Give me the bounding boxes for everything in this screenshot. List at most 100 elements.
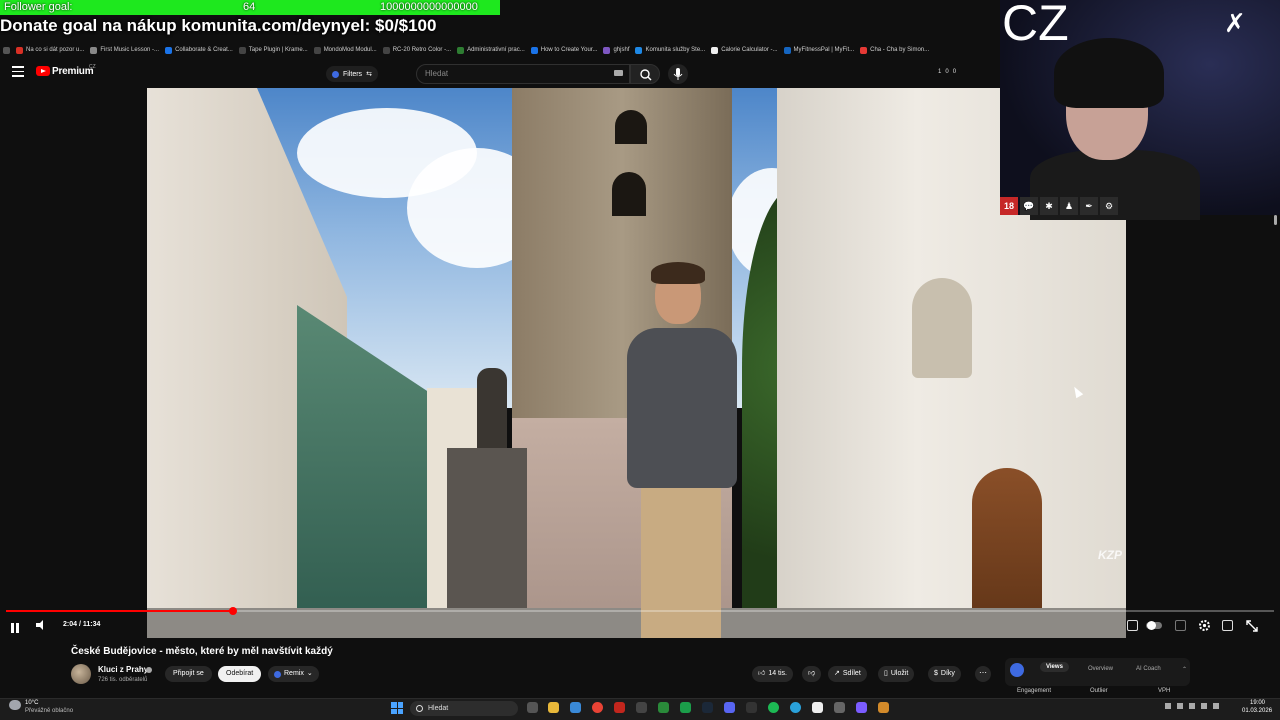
search-input[interactable]: Hledat [416,64,630,84]
bookmark-item[interactable]: MyFitnessPal | MyFit... [781,46,858,54]
extension-counters[interactable]: 1 0 0 [938,69,956,75]
bookmark-item[interactable]: How to Create Your... [528,46,601,54]
app-icon[interactable] [856,702,867,713]
bookmark-item[interactable]: Cha - Cha by Simon... [857,46,932,54]
spotify-icon[interactable] [768,702,779,713]
start-menu-icon[interactable] [391,702,403,714]
save-button[interactable]: ▯ Uložit [878,666,915,682]
share-button[interactable]: ↗ Sdílet [828,666,867,682]
bookmark-item[interactable]: Komunita služby Ste... [632,46,708,54]
progress-scrubber[interactable] [229,607,237,615]
channel-avatar[interactable] [71,664,91,684]
tray-icon[interactable] [1177,703,1183,709]
weather-cloud-icon[interactable] [9,700,21,710]
app-icon[interactable] [636,702,647,713]
file-explorer-icon[interactable] [548,702,559,713]
video-presenter-shirt [627,328,737,488]
task-view-icon[interactable] [527,702,538,713]
thanks-button[interactable]: $ Díky [928,666,961,682]
channel-watermark[interactable]: KZP [1098,548,1122,562]
clock-date[interactable]: 01.03.2026 [1242,708,1272,714]
filters-button[interactable]: Filters ⇆ [326,66,378,82]
bookmark-label: MyFitnessPal | MyFit... [793,47,855,53]
bookmark-item[interactable]: ghjshf [600,46,632,54]
remix-button[interactable]: Remix ⌄ [268,666,319,682]
bookmark-item[interactable]: First Music Lesson -... [87,46,162,54]
subscribe-button[interactable]: Odebírat [218,666,262,682]
bookmark-favicon-icon [90,46,98,54]
keyboard-icon[interactable] [614,70,623,76]
video-tower-window [615,110,647,144]
channel-name[interactable]: Kluci z Prahy [98,665,148,674]
more-actions-button[interactable]: ⋯ [975,666,991,682]
webcam-badge: 💬 [1020,197,1038,215]
tab-overview[interactable]: Overview [1088,666,1113,672]
tray-icon[interactable] [1165,703,1171,709]
pause-button[interactable] [11,620,21,633]
bookmark-label: MondoMod Modul... [323,47,377,53]
join-button[interactable]: Připojit se [165,666,212,682]
theater-mode-icon[interactable] [1222,620,1233,631]
dislike-button[interactable]: 👎︎ [802,666,822,682]
volume-icon[interactable] [36,620,48,630]
tab-ai-coach[interactable]: AI Coach [1136,666,1161,672]
settings-button[interactable] [1198,619,1211,632]
store-icon[interactable] [570,702,581,713]
like-button[interactable]: 👍︎ 14 tis. [752,666,794,682]
bookmark-label: How to Create Your... [540,47,598,53]
bookmark-item[interactable]: Collaborate & Creat... [162,46,236,54]
tray-icon[interactable] [1201,703,1207,709]
system-tray[interactable] [1165,703,1235,713]
bookmark-favicon-icon [530,46,538,54]
bookmark-item[interactable]: MondoMod Modul... [311,46,380,54]
bookmark-favicon-icon [711,46,719,54]
tab-views[interactable]: Views [1040,662,1069,672]
bookmark-item[interactable]: Tape Plugin | Krame... [236,46,311,54]
bookmark-label: ghjshf [613,47,630,53]
thanks-label: Díky [940,670,955,677]
video-presenter [627,262,747,638]
filters-label: Filters [343,70,363,78]
weather-description: Převážně oblačno [25,708,74,714]
app-icon[interactable] [614,702,625,713]
bookmark-label: Cha - Cha by Simon... [870,47,930,53]
analytics-logo-icon[interactable] [1010,663,1024,677]
bookmarks-apps-icon[interactable] [0,46,13,54]
bookmark-item[interactable]: Na co si dát pozor u... [13,46,87,54]
video-player[interactable] [147,88,1126,638]
bookmark-item[interactable]: Administrativní prac... [454,46,528,54]
subtitles-icon[interactable] [1175,620,1186,631]
chrome-icon[interactable] [592,702,603,713]
app-icon[interactable] [658,702,669,713]
fullscreen-button[interactable] [1246,619,1258,632]
voice-search-button[interactable] [668,64,688,84]
counter-c: 0 [952,69,957,75]
app-icon[interactable] [812,702,823,713]
app-icon[interactable] [746,702,757,713]
discord-icon[interactable] [724,702,735,713]
search-button[interactable] [630,64,660,84]
steam-icon[interactable] [702,702,713,713]
webcam-streamer-hair [1054,38,1164,108]
app-icon[interactable] [878,702,889,713]
scrollbar-thumb[interactable] [1274,215,1277,225]
bookmark-favicon-icon [16,46,23,54]
xbox-icon[interactable] [680,702,691,713]
miniplayer-extension-icon[interactable] [1127,620,1138,631]
youtube-logo-icon[interactable] [36,66,50,76]
chevron-up-icon[interactable]: ⌃ [1182,666,1187,673]
telegram-icon[interactable] [790,702,801,713]
autoplay-toggle[interactable] [1146,621,1162,630]
bookmark-item[interactable]: RC-20 Retro Color -... [380,46,454,54]
outlier-label: Outlier [1090,688,1108,694]
clock-time[interactable]: 19:00 [1250,700,1265,706]
tray-icon[interactable] [1189,703,1195,709]
webcam-badge: ✒ [1080,197,1098,215]
youtube-brand[interactable]: Premium [52,66,94,77]
taskbar-search[interactable]: Hledat [410,701,518,716]
save-label: Uložit [890,670,909,677]
bookmark-item[interactable]: Calorie Calculator -... [708,46,780,54]
tray-icon[interactable] [1213,703,1219,709]
obs-icon[interactable] [834,702,845,713]
menu-icon[interactable] [12,66,24,78]
